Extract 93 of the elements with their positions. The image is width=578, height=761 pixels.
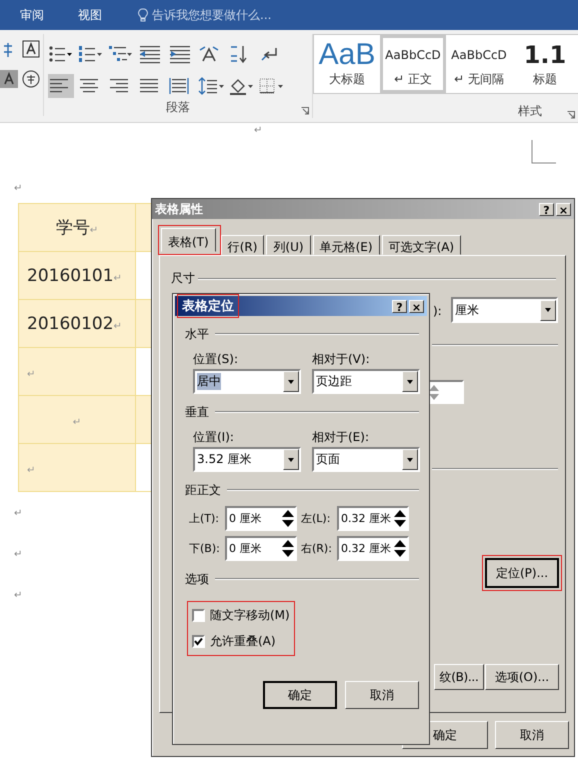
dialog-launcher-icon[interactable] (567, 111, 575, 119)
tab[interactable]: 行(R) (220, 235, 264, 255)
close-button[interactable]: × (409, 300, 424, 312)
tab[interactable]: 表格(T) (161, 228, 216, 252)
dropdown-caret-icon (287, 378, 295, 384)
table-cell: ↵ (18, 444, 136, 492)
position-button[interactable]: 定位(P)... (485, 558, 559, 588)
style-item[interactable]: AaBbCcD ↵ 正文 (380, 35, 446, 93)
character-shading-icon[interactable] (0, 70, 18, 88)
ok-button[interactable]: 确定 (263, 681, 337, 709)
dropdown-caret-icon (406, 456, 414, 462)
section-heading: 尺寸 (171, 270, 195, 287)
style-name: 标题 (533, 71, 557, 88)
close-button[interactable]: × (556, 202, 571, 216)
table-cell: ↵ (18, 348, 136, 396)
table-cell: 20160101↵ (18, 252, 136, 300)
spinner-arrows-icon[interactable] (393, 508, 407, 529)
group-label: 段落 (166, 99, 190, 116)
table-cell: 20160102↵ (18, 300, 136, 348)
paragraph-mark: ↵ (254, 125, 262, 138)
help-button[interactable]: ? (392, 300, 407, 312)
tell-me-search[interactable]: 告诉我您想要做什么... (152, 6, 272, 24)
unit-dropdown[interactable]: 厘米 (451, 297, 558, 323)
table-cell: 学号↵ (18, 204, 136, 252)
borders-icon[interactable] (258, 76, 284, 96)
dropdown[interactable]: 居中 (193, 369, 301, 394)
spinner-arrows-icon[interactable] (281, 538, 295, 559)
checkbox[interactable] (192, 609, 205, 622)
tab[interactable]: 可选文字(A) (382, 235, 462, 255)
section-heading: 水平 (185, 326, 209, 342)
field-label: 相对于(E): (312, 429, 370, 443)
options-button[interactable]: 选项(O)... (485, 664, 559, 690)
spinner-field[interactable]: 0.32 厘米 (337, 506, 409, 531)
multilevel-list-icon[interactable] (108, 44, 134, 64)
field-label: 位置(I): (193, 429, 235, 443)
paragraph-mark: ↵ (14, 508, 22, 521)
numbered-list-icon[interactable] (78, 44, 104, 64)
style-item[interactable]: AaBbCcD ↵ 无间隔 (446, 35, 512, 93)
spinner-arrows-icon[interactable] (281, 508, 295, 529)
line-spacing-icon[interactable] (198, 76, 224, 96)
enclose-character-icon[interactable] (22, 70, 40, 88)
section-heading: 选项 (185, 570, 209, 588)
field-label: 右(R): (301, 541, 333, 556)
style-preview: AaB (318, 42, 376, 68)
field-label: 位置(S): (193, 351, 240, 365)
field-label: 相对于(V): (312, 351, 371, 365)
lightbulb-icon (138, 8, 148, 22)
field-label: 下(B): (189, 541, 221, 556)
spinner-arrows-icon[interactable] (393, 538, 407, 559)
dropdown[interactable]: 页边距 (312, 369, 420, 394)
style-name: ↵ 正文 (394, 71, 432, 88)
cancel-button[interactable]: 取消 (345, 681, 419, 709)
dropdown[interactable]: 页面 (312, 447, 420, 472)
style-item[interactable]: 1.1 标题 (512, 35, 578, 93)
help-button[interactable]: ? (539, 202, 554, 216)
tab[interactable]: 列(U) (266, 235, 311, 255)
field-label: 左(L): (301, 511, 332, 526)
field-label: ): (433, 304, 442, 318)
window-title: 表格定位 (181, 298, 235, 315)
character-border-icon[interactable] (22, 40, 40, 58)
window-title: 表格属性 (155, 200, 203, 218)
bullet-list-icon[interactable] (48, 44, 74, 64)
cancel-button[interactable]: 取消 (495, 721, 569, 749)
ribbon-tab[interactable]: 审阅 (16, 6, 48, 24)
spinner-field[interactable]: 0 厘米 (225, 506, 297, 531)
ribbon-tab[interactable]: 视图 (74, 6, 106, 24)
field-label: 上(T): (189, 511, 220, 526)
checkbox[interactable] (192, 635, 205, 648)
paragraph-mark: ↵ (14, 549, 22, 562)
dropdown-caret-icon (544, 307, 552, 313)
borders-shading-button[interactable]: 纹(B)... (434, 664, 484, 690)
margin-corner-mark (531, 140, 556, 164)
paragraph-mark: ↵ (14, 590, 22, 603)
tab[interactable]: 单元格(E) (312, 235, 380, 255)
style-name: ↵ 无间隔 (454, 71, 504, 88)
section-heading: 距正文 (185, 482, 221, 498)
spinner-field[interactable]: 0 厘米 (225, 536, 297, 561)
table-cell: ↵ (18, 396, 136, 444)
group-label: 样式 (518, 103, 542, 120)
style-name: 大标题 (329, 71, 365, 88)
checkbox-label: 允许重叠(A) (210, 633, 276, 650)
style-item[interactable]: AaB 大标题 (314, 35, 380, 93)
style-preview: AaBbCcD (451, 47, 507, 64)
paragraph-mark: ↵ (14, 183, 24, 196)
dialog-launcher-icon[interactable] (301, 107, 309, 115)
style-preview: 1.1 (524, 42, 566, 68)
spinner-field[interactable]: 0.32 厘米 (337, 536, 409, 561)
dropdown-caret-icon (287, 456, 295, 462)
dropdown-caret-icon (406, 378, 414, 384)
section-heading: 垂直 (185, 404, 209, 420)
checkbox-label: 随文字移动(M) (210, 607, 290, 624)
dropdown[interactable]: 3.52 厘米 (193, 447, 301, 472)
style-preview: AaBbCcD (385, 47, 441, 64)
